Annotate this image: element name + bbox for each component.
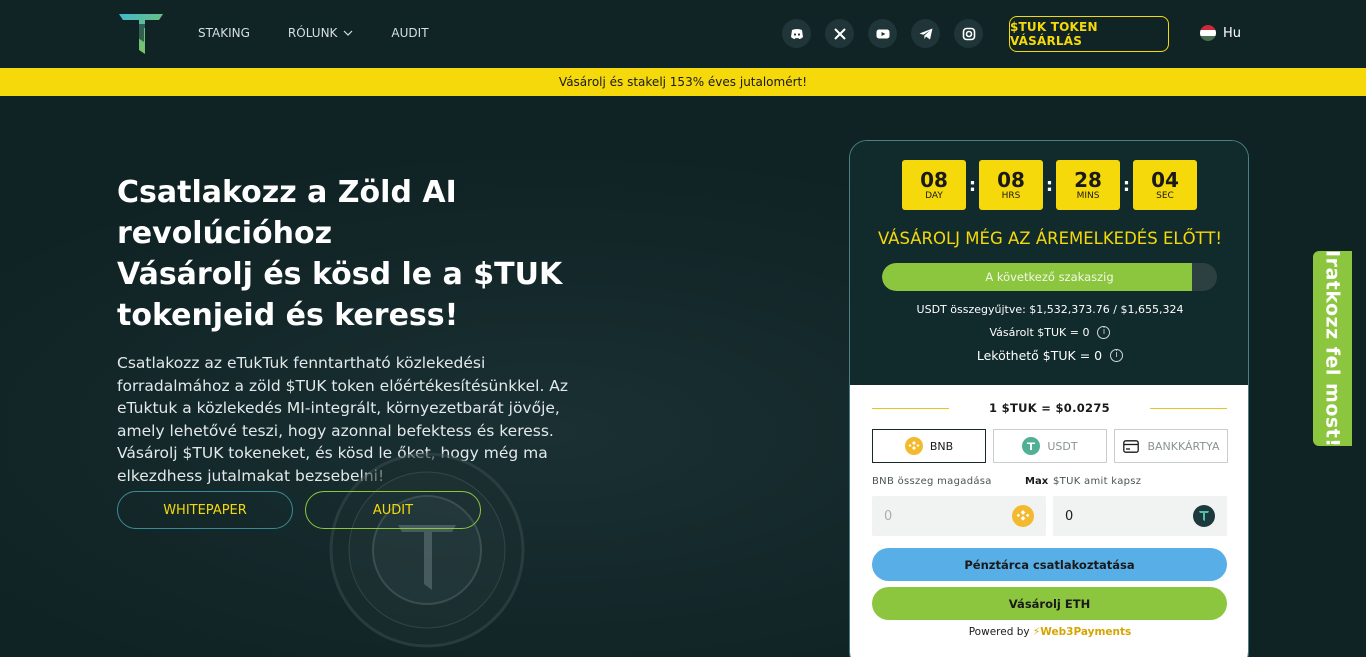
bnb-icon: [1012, 505, 1034, 527]
timer-minutes-label: MINS: [1076, 190, 1100, 201]
countdown-timer: 08 DAY : 08 HRS : 28 MINS : 04 SEC: [902, 160, 1197, 210]
buy-token-button[interactable]: $TUK TOKEN VÁSÁRLÁS: [1009, 16, 1169, 52]
timer-hours: 08 HRS: [979, 160, 1043, 210]
divider: [872, 407, 950, 409]
nav-rolunk-label: RÓLUNK: [287, 26, 338, 40]
tab-bnb-label: BNB: [929, 439, 954, 453]
hero-title-line: tokenjeid és keress!: [117, 298, 459, 333]
tuk-token-icon: [1193, 505, 1215, 527]
timer-days-value: 08: [920, 167, 948, 192]
connect-wallet-button[interactable]: Pénztárca csatlakoztatása: [872, 548, 1227, 581]
nav-rolunk[interactable]: RÓLUNK: [288, 26, 354, 40]
usdt-icon: [1022, 437, 1041, 455]
hero-title-line: revolúcióhoz: [117, 216, 333, 251]
hungary-flag-icon: [1200, 25, 1216, 41]
info-icon[interactable]: i: [1097, 326, 1111, 339]
powered-by: Powered by ⚡Web3Payments: [850, 626, 1248, 638]
audit-button[interactable]: AUDIT: [305, 491, 481, 529]
timer-days-label: DAY: [925, 190, 943, 201]
tab-bnb[interactable]: BNB: [872, 429, 986, 463]
presale-widget-form: 1 $TUK = $0.0275 BNB USDT BANKKÁRTYA BNB…: [850, 385, 1248, 657]
presale-progress-label: A következő szakaszig: [985, 270, 1114, 284]
timer-seconds-value: 04: [1151, 167, 1179, 192]
timer-minutes: 28 MINS: [1056, 160, 1120, 210]
promo-banner-text: Vásárolj és stakelj 153% éves jutalomért…: [558, 75, 808, 89]
purchased-tuk: Vásárolt $TUK = 0 i: [850, 326, 1248, 339]
hero-title: Csatlakozz a Zöld AI revolúcióhoz Vásáro…: [117, 172, 563, 336]
timer-minutes-value: 28: [1074, 167, 1102, 192]
amount-label: BNB összeg magadása: [872, 476, 992, 487]
timer-days: 08 DAY: [902, 160, 966, 210]
credit-card-icon: [1122, 437, 1140, 455]
language-selector[interactable]: Hu: [1200, 25, 1241, 41]
discord-icon[interactable]: [782, 19, 811, 48]
buy-eth-button[interactable]: Vásárolj ETH: [872, 587, 1227, 620]
timer-separator: :: [1122, 174, 1131, 196]
bnb-icon: [904, 437, 923, 455]
divider: [1149, 407, 1227, 409]
max-button[interactable]: Max: [1025, 476, 1048, 487]
tuk-receive-input[interactable]: 0: [1053, 496, 1227, 536]
telegram-icon[interactable]: [911, 19, 940, 48]
instagram-icon[interactable]: [954, 19, 983, 48]
social-links: [782, 19, 983, 48]
payment-method-tabs: BNB USDT BANKKÁRTYA: [872, 429, 1228, 463]
powered-by-prefix: Powered by: [968, 626, 1030, 638]
subscribe-side-tab[interactable]: Iratkozz fel most!: [1313, 249, 1352, 448]
timer-separator: :: [968, 174, 977, 196]
timer-hours-label: HRS: [1001, 190, 1021, 201]
bnb-amount-placeholder: 0: [884, 508, 893, 524]
presale-progress-bar: A következő szakaszig: [882, 263, 1217, 291]
bnb-amount-input[interactable]: 0: [872, 496, 1046, 536]
nav-audit[interactable]: AUDIT: [391, 26, 428, 40]
tuk-receive-value: 0: [1065, 508, 1074, 524]
purchased-tuk-text: Vásárolt $TUK = 0: [989, 326, 1090, 339]
tuk-logo-icon[interactable]: [117, 12, 165, 56]
presale-widget-top: 08 DAY : 08 HRS : 28 MINS : 04 SEC VÁSÁR…: [850, 141, 1248, 385]
info-icon[interactable]: i: [1110, 349, 1124, 362]
stakeable-tuk: Leköthető $TUK = 0 i: [850, 348, 1248, 363]
presale-headline: VÁSÁROLJ MÉG AZ ÁREMELKEDÉS ELŐTT!: [877, 229, 1223, 248]
timer-seconds: 04 SEC: [1133, 160, 1197, 210]
token-rate: 1 $TUK = $0.0275: [872, 401, 1227, 415]
subscribe-side-tab-label: Iratkozz fel most!: [1321, 249, 1344, 448]
nav-staking-label: STAKING: [198, 26, 250, 40]
powered-by-brand[interactable]: Web3Payments: [1040, 626, 1131, 638]
nav-staking[interactable]: STAKING: [198, 26, 250, 40]
hero-title-line: Csatlakozz a Zöld AI: [117, 175, 457, 210]
nav-audit-label: AUDIT: [391, 26, 429, 40]
whitepaper-button[interactable]: WHITEPAPER: [117, 491, 293, 529]
x-icon[interactable]: [825, 19, 854, 48]
tab-usdt[interactable]: USDT: [993, 429, 1107, 463]
raised-amount: USDT összegyűjtve: $1,532,373.76 / $1,65…: [850, 303, 1248, 316]
presale-widget: 08 DAY : 08 HRS : 28 MINS : 04 SEC VÁSÁR…: [849, 140, 1249, 657]
tab-bank-card-label: BANKKÁRTYA: [1147, 439, 1220, 453]
raised-amount-text: USDT összegyűjtve: $1,532,373.76 / $1,65…: [916, 303, 1184, 316]
hero-title-line: Vásárolj és kösd le a $TUK: [117, 257, 563, 292]
tab-usdt-label: USDT: [1047, 439, 1078, 453]
timer-seconds-label: SEC: [1156, 190, 1174, 201]
promo-banner: Vásárolj és stakelj 153% éves jutalomért…: [0, 68, 1366, 96]
youtube-icon[interactable]: [868, 19, 897, 48]
vault-dial-icon: [329, 452, 525, 648]
site-header: STAKING RÓLUNK AUDIT $TUK TOKEN VÁSÁRLÁS…: [0, 0, 1366, 68]
timer-separator: :: [1045, 174, 1054, 196]
stakeable-tuk-text: Leköthető $TUK = 0: [976, 348, 1103, 363]
receive-label: $TUK amit kapsz: [1053, 476, 1142, 487]
token-rate-text: 1 $TUK = $0.0275: [989, 401, 1110, 415]
tab-bank-card[interactable]: BANKKÁRTYA: [1114, 429, 1228, 463]
timer-hours-value: 08: [997, 167, 1025, 192]
chevron-down-icon: [343, 30, 353, 36]
language-label: Hu: [1223, 25, 1242, 41]
main-nav: STAKING RÓLUNK AUDIT: [198, 26, 467, 40]
